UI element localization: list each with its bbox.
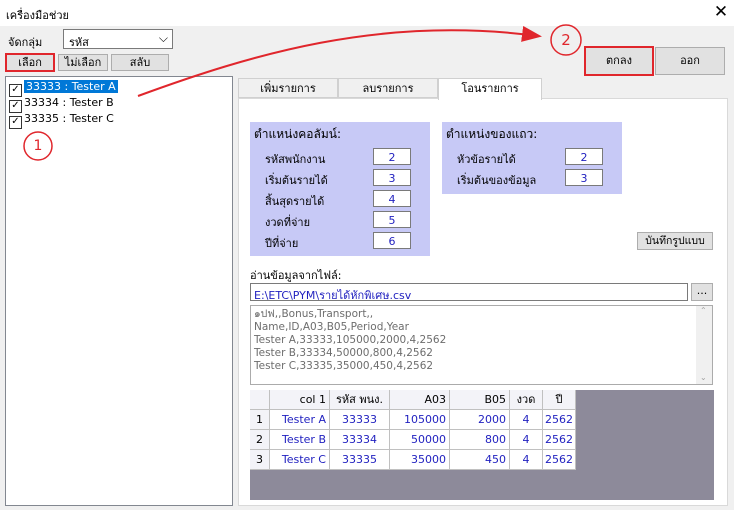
field-label: รหัสพนักงาน: [265, 153, 326, 166]
column-header[interactable]: งวด: [510, 390, 543, 410]
preview-line: ๑ปฟ,,Bonus,Transport,,: [254, 308, 374, 320]
row-position-box: ตำแหน่งของแถว: หัวข้อรายได้ 2 เริ่มต้นขอ…: [442, 122, 622, 194]
grid-cell[interactable]: 33333: [330, 410, 390, 430]
file-path-input[interactable]: E:\ETC\PYM\รายได้หักพิเศษ.csv: [250, 283, 688, 302]
income-start-column-input[interactable]: 3: [373, 169, 411, 186]
browse-button[interactable]: ...: [691, 283, 713, 301]
toggle-button[interactable]: สลับ: [111, 54, 169, 71]
grid-cell[interactable]: Tester A: [270, 410, 330, 430]
step-1-label: 1: [33, 138, 43, 154]
grid-cell[interactable]: 105000: [390, 410, 450, 430]
row-position-title: ตำแหน่งของแถว:: [446, 127, 538, 141]
column-header[interactable]: B05: [450, 390, 510, 410]
field-label: หัวข้อรายได้: [457, 153, 516, 166]
group-dropdown[interactable]: รหัส ⌵: [63, 29, 173, 49]
grid-cell[interactable]: 2562: [543, 430, 576, 450]
checkbox[interactable]: ✓: [9, 116, 22, 129]
field-label: เริ่มต้นรายได้: [265, 174, 328, 187]
header-row-input[interactable]: 2: [565, 148, 603, 165]
column-header[interactable]: col 1: [270, 390, 330, 410]
exit-button[interactable]: ออก: [655, 47, 725, 75]
grid-cell[interactable]: 50000: [390, 430, 450, 450]
list-item[interactable]: ✓ 33335 : Tester C: [9, 111, 114, 129]
year-column-input[interactable]: 6: [373, 232, 411, 249]
column-header[interactable]: รหัส พนง.: [330, 390, 390, 410]
window-title: เครื่องมือช่วย: [6, 9, 69, 22]
data-grid[interactable]: col 1 รหัส พนง. A03 B05 งวด ปี 1 Tester …: [250, 390, 714, 500]
column-position-title: ตำแหน่งคอลัมน์:: [254, 127, 341, 141]
grid-cell[interactable]: 800: [450, 430, 510, 450]
preview-line: Tester B,33334,50000,800,4,2562: [254, 347, 433, 359]
list-item[interactable]: ✓ 33333 : Tester A: [9, 79, 118, 97]
grid-cell[interactable]: 4: [510, 450, 543, 470]
column-position-box: ตำแหน่งคอลัมน์: รหัสพนักงาน 2 เริ่มต้นรา…: [250, 122, 430, 256]
row-header[interactable]: 2: [250, 430, 270, 450]
grid-corner: [250, 390, 270, 410]
grid-cell[interactable]: 33334: [330, 430, 390, 450]
ok-button[interactable]: ตกลง: [584, 46, 654, 76]
tab-remove[interactable]: ลบรายการ: [338, 78, 438, 98]
list-item-label: 33335 : Tester C: [24, 112, 114, 125]
period-column-input[interactable]: 5: [373, 211, 411, 228]
grid-cell[interactable]: 33335: [330, 450, 390, 470]
column-header[interactable]: ปี: [543, 390, 576, 410]
step-2-label: 2: [561, 31, 571, 49]
preview-line: Name,ID,A03,B05,Period,Year: [254, 321, 409, 333]
grid-cell[interactable]: 35000: [390, 450, 450, 470]
file-preview-textarea[interactable]: ๑ปฟ,,Bonus,Transport,, Name,ID,A03,B05,P…: [250, 305, 713, 385]
field-label: เริ่มต้นของข้อมูล: [457, 174, 537, 187]
chevron-down-icon: ⌵: [158, 31, 168, 45]
tab-transfer[interactable]: โอนรายการ: [438, 78, 542, 100]
grid-cell[interactable]: Tester B: [270, 430, 330, 450]
grid-cell[interactable]: 2000: [450, 410, 510, 430]
close-icon[interactable]: ✕: [712, 2, 730, 22]
income-end-column-input[interactable]: 4: [373, 190, 411, 207]
employee-id-column-input[interactable]: 2: [373, 148, 411, 165]
save-format-button[interactable]: บันทึกรูปแบบ: [637, 232, 713, 250]
field-label: งวดที่จ่าย: [265, 216, 311, 229]
file-path-value: E:\ETC\PYM\รายได้หักพิเศษ.csv: [254, 289, 412, 302]
scroll-down-icon[interactable]: ⌄: [700, 373, 707, 382]
file-label: อ่านข้อมูลจากไฟล์:: [250, 269, 342, 282]
list-item-label: 33334 : Tester B: [24, 96, 114, 109]
column-header[interactable]: A03: [390, 390, 450, 410]
scroll-up-icon[interactable]: ⌃: [700, 306, 707, 315]
vertical-scrollbar[interactable]: ⌃ ⌄: [696, 306, 712, 384]
tab-add[interactable]: เพิ่มรายการ: [238, 78, 338, 98]
grid-cell[interactable]: 4: [510, 430, 543, 450]
grid-cell[interactable]: 2562: [543, 450, 576, 470]
field-label: สิ้นสุดรายได้: [265, 195, 325, 208]
preview-line: Tester A,33333,105000,2000,4,2562: [254, 334, 447, 346]
title-bar: [0, 0, 734, 26]
row-header[interactable]: 1: [250, 410, 270, 430]
group-label: จัดกลุ่ม: [8, 36, 43, 49]
list-item-label: 33333 : Tester A: [24, 80, 118, 93]
grid-cell[interactable]: 4: [510, 410, 543, 430]
grid-cell[interactable]: 450: [450, 450, 510, 470]
row-header[interactable]: 3: [250, 450, 270, 470]
grid-cell[interactable]: 2562: [543, 410, 576, 430]
select-button[interactable]: เลือก: [5, 53, 55, 72]
field-label: ปีที่จ่าย: [265, 237, 299, 250]
deselect-button[interactable]: ไม่เลือก: [58, 54, 108, 71]
preview-line: Tester C,33335,35000,450,4,2562: [254, 360, 434, 372]
group-dropdown-value: รหัส: [69, 36, 89, 49]
data-start-row-input[interactable]: 3: [565, 169, 603, 186]
list-item[interactable]: ✓ 33334 : Tester B: [9, 95, 114, 113]
grid-cell[interactable]: Tester C: [270, 450, 330, 470]
